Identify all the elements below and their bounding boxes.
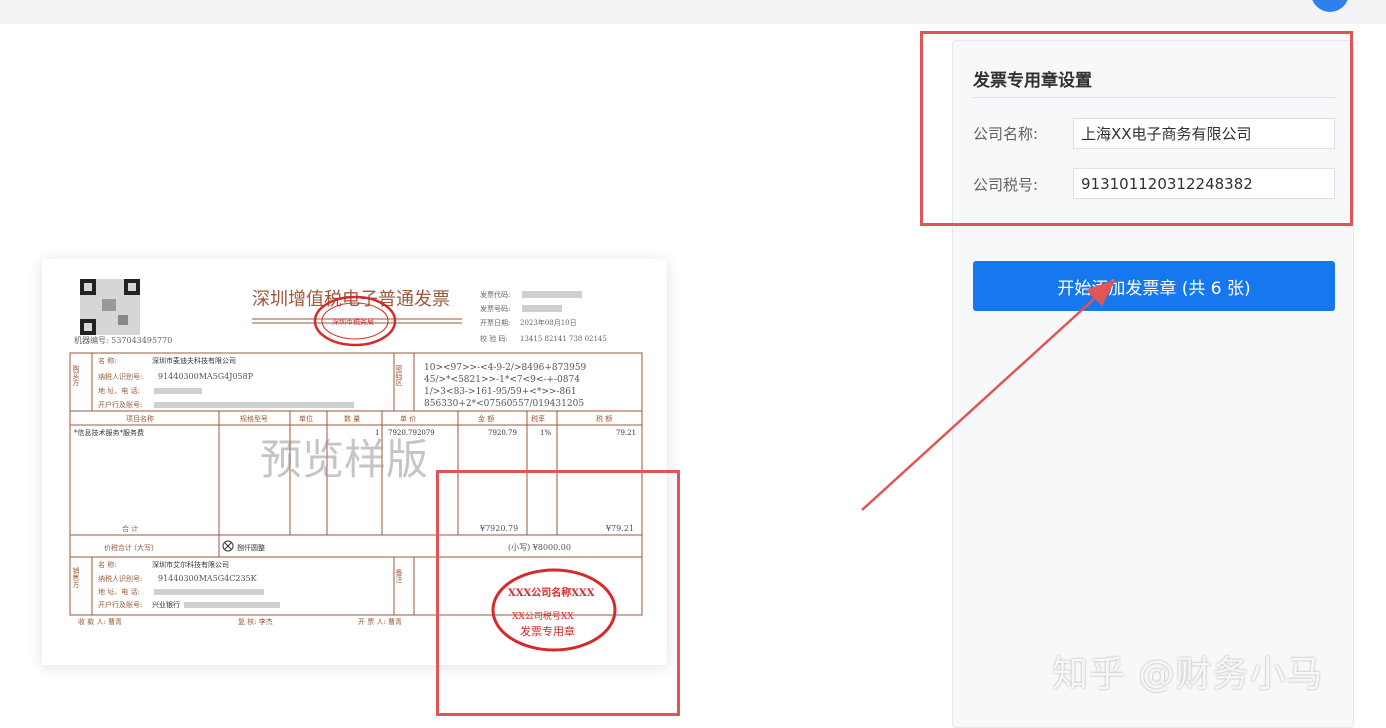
author-watermark: 知乎 @财务小马 bbox=[1052, 654, 1324, 695]
annotation-arrow bbox=[861, 279, 1116, 511]
